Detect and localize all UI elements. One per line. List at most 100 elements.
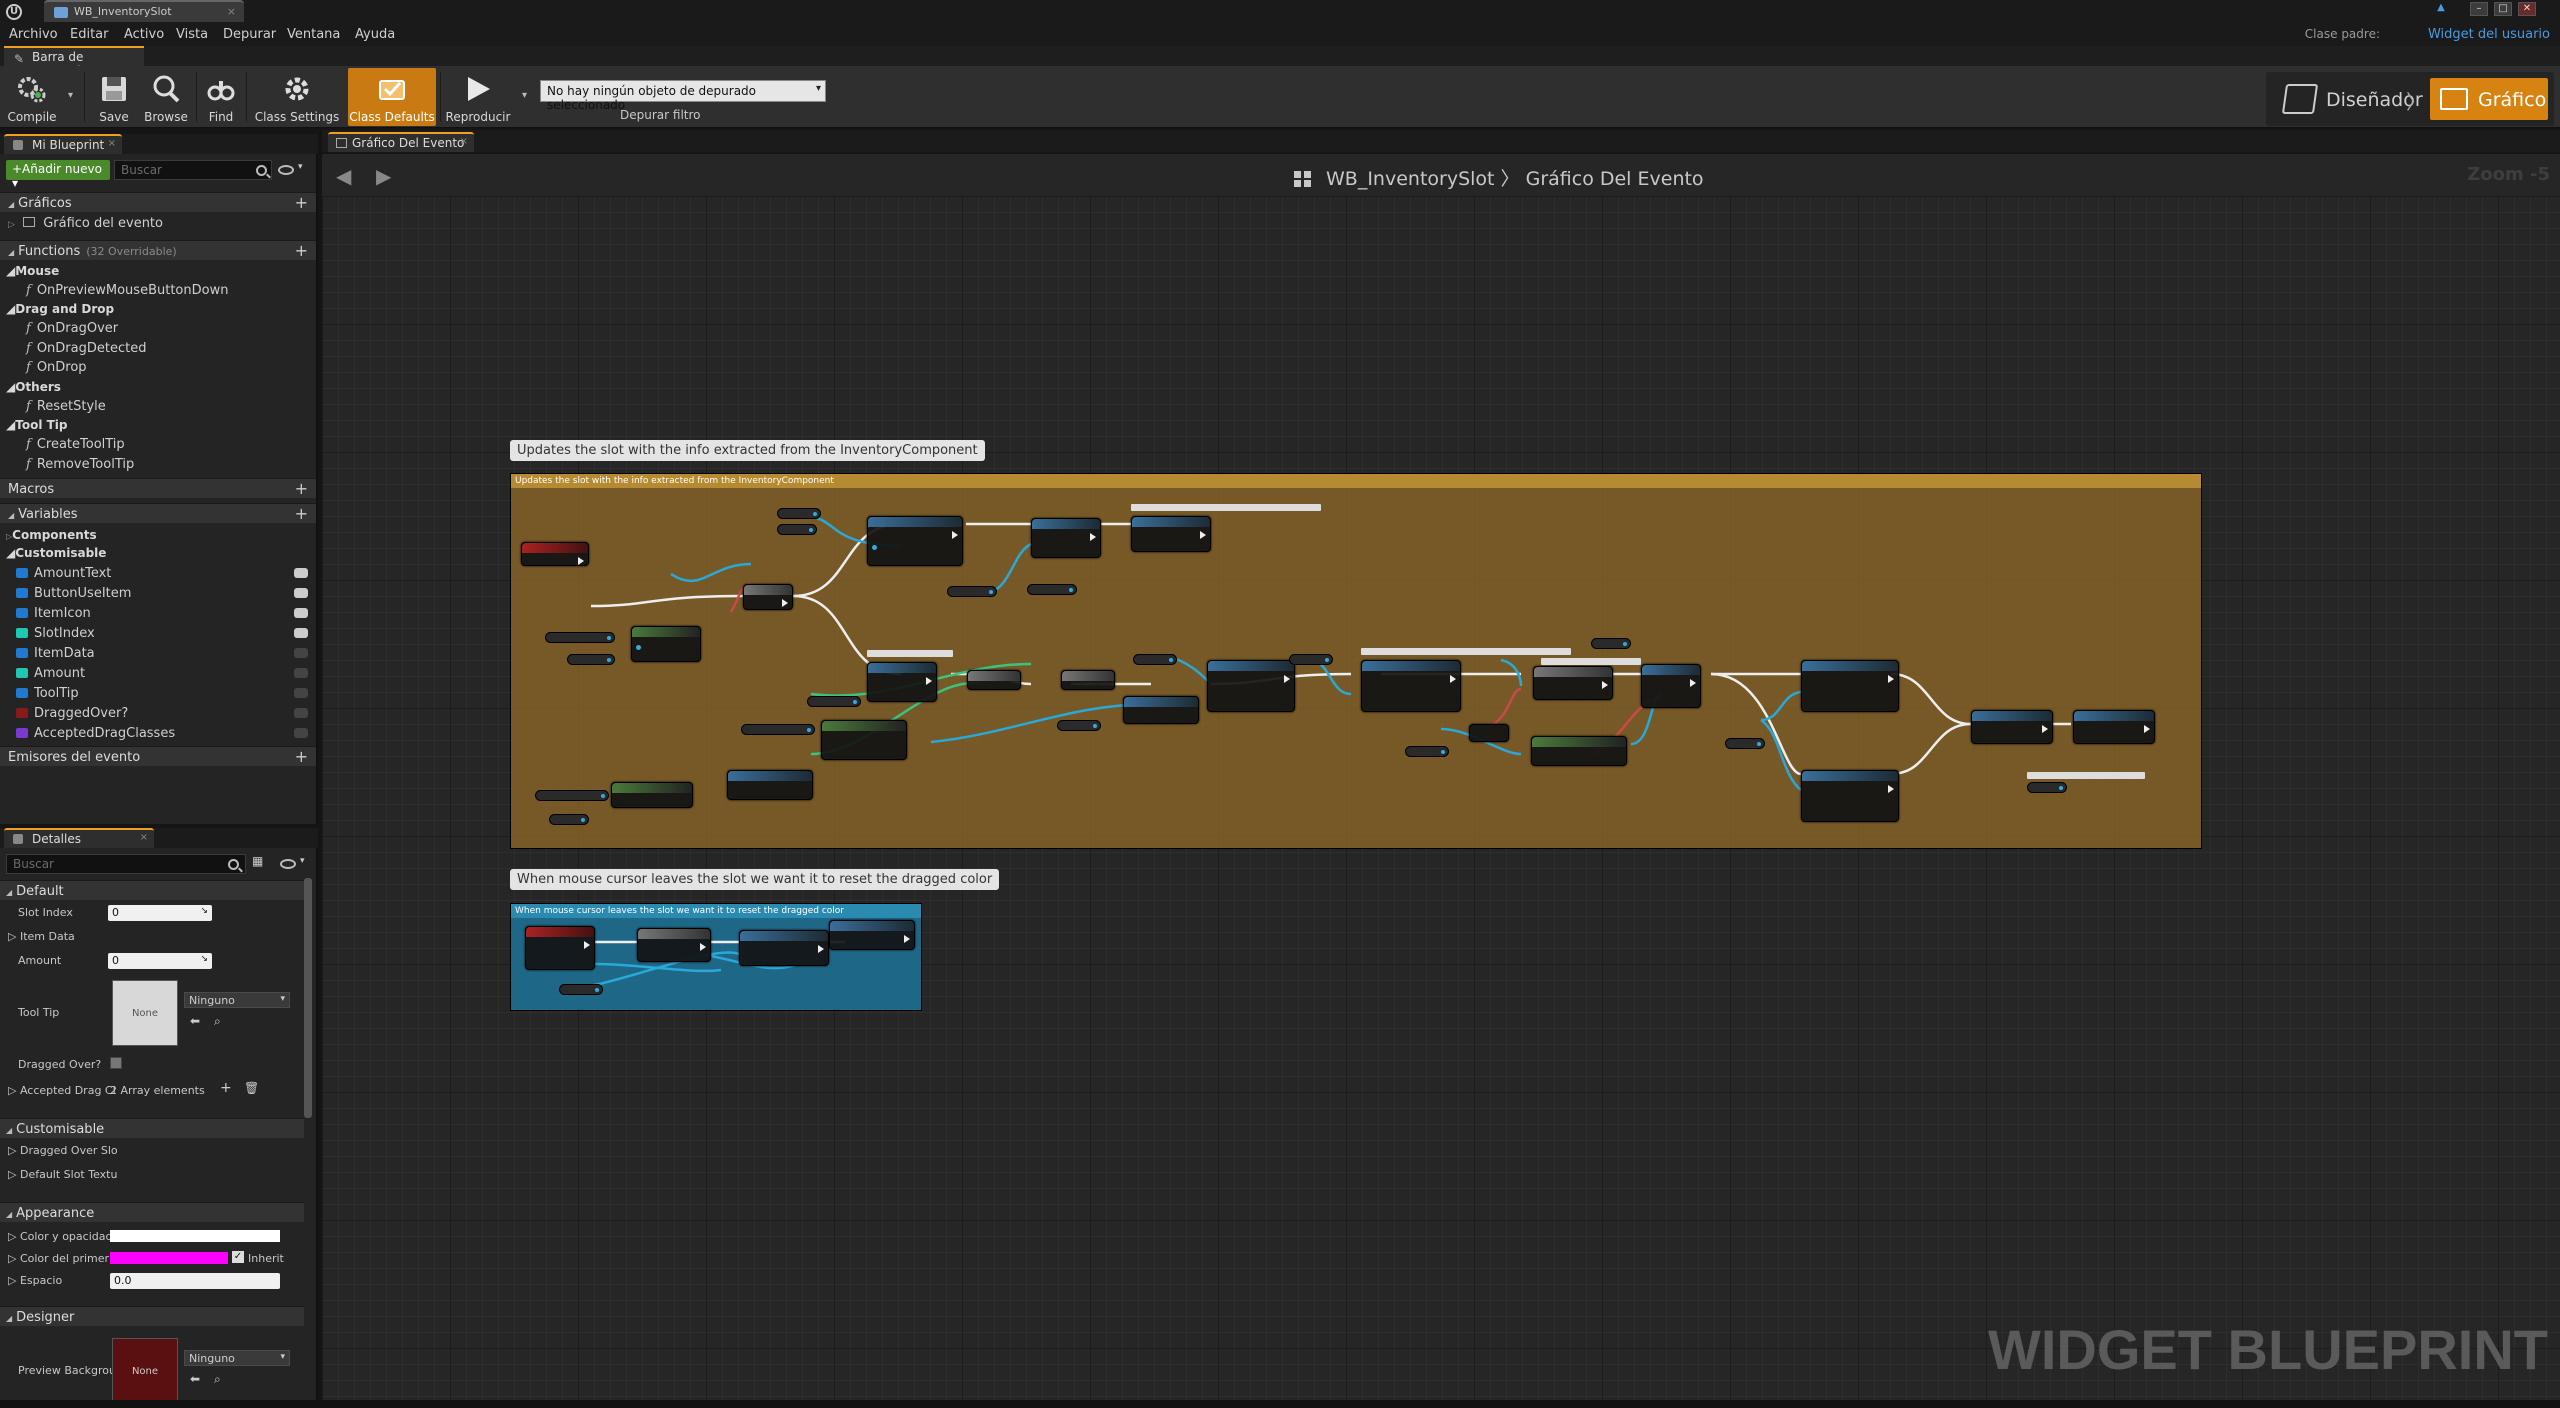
graphs-category[interactable]: ◢ Gráficos +: [0, 192, 316, 212]
foreground-color-swatch[interactable]: [110, 1252, 228, 1264]
operator-node[interactable]: [1469, 724, 1509, 742]
inherit-checkbox[interactable]: ✓: [232, 1251, 244, 1263]
find-button[interactable]: Find: [200, 68, 242, 126]
create-tooltip-node[interactable]: [2073, 710, 2155, 744]
my-blueprint-tab[interactable]: Mi Blueprint ×: [4, 134, 122, 154]
menu-archivo[interactable]: Archivo: [9, 27, 58, 42]
designer-mode-button[interactable]: Diseñador: [2272, 78, 2423, 120]
toolbar-tab[interactable]: ✎ Barra de Herramier: [4, 46, 144, 78]
variable-item[interactable]: ToolTip: [16, 686, 79, 701]
play-options-dropdown[interactable]: ▾: [522, 90, 527, 101]
sequence-node[interactable]: [1061, 670, 1115, 690]
variable-item[interactable]: AmountText: [16, 566, 111, 581]
variable-getter-node[interactable]: [1405, 746, 1449, 757]
exec-pin-icon[interactable]: [578, 557, 584, 565]
comment-box[interactable]: Updates the slot with the info extracted…: [510, 473, 2202, 849]
eye-icon[interactable]: [278, 165, 294, 175]
exec-pin-icon[interactable]: [782, 599, 788, 607]
conversion-node[interactable]: [1123, 696, 1199, 724]
designer-category[interactable]: ◢ Designer: [0, 1306, 304, 1326]
variable-item[interactable]: ItemData: [16, 646, 95, 661]
pin-icon[interactable]: [636, 645, 641, 650]
browse-search-icon[interactable]: ⌕: [214, 1014, 221, 1029]
accepted-drag-label[interactable]: ▷ Accepted Drag Cl: [8, 1084, 116, 1097]
spacing-field[interactable]: 0.0: [110, 1273, 280, 1289]
close-window-button[interactable]: ✕: [2518, 2, 2536, 16]
set-tooltip-node[interactable]: [1641, 664, 1701, 708]
function-group-tooltip[interactable]: ◢Tool Tip: [6, 418, 68, 432]
variable-getter-node[interactable]: [741, 724, 815, 735]
variable-item[interactable]: DraggedOver?: [16, 706, 128, 721]
set-brush-node[interactable]: [1031, 518, 1101, 558]
color-opacity-label[interactable]: ▷ Color y opacidad: [8, 1230, 112, 1243]
event-graph-tab[interactable]: Gráfico Del Evento ×: [328, 132, 474, 152]
menu-editar[interactable]: Editar: [70, 27, 109, 42]
class-settings-button[interactable]: Class Settings: [252, 68, 342, 126]
exec-pin-icon[interactable]: [1090, 533, 1096, 541]
add-macro-icon[interactable]: +: [295, 479, 308, 498]
variable-visibility-eye-icon[interactable]: [294, 708, 308, 718]
maximize-button[interactable]: □: [2494, 2, 2512, 16]
exec-pin-icon[interactable]: [1200, 531, 1206, 539]
variable-visibility-eye-icon[interactable]: [294, 728, 308, 738]
close-tab-icon[interactable]: ×: [140, 832, 148, 843]
exec-pin-icon[interactable]: [904, 935, 910, 943]
set-brush-node[interactable]: [1207, 660, 1295, 712]
close-tab-icon[interactable]: ×: [460, 136, 468, 147]
menu-activo[interactable]: Activo: [124, 27, 164, 42]
conversion-node[interactable]: [727, 770, 813, 800]
set-visibility-node[interactable]: [1801, 770, 1899, 822]
exec-pin-icon[interactable]: [1888, 785, 1894, 793]
variable-getter-node[interactable]: [777, 524, 817, 535]
forward-arrow-icon[interactable]: ▶: [376, 164, 391, 188]
slot-index-field[interactable]: 0 ↘: [108, 905, 212, 921]
exec-pin-icon[interactable]: [1284, 675, 1290, 683]
chevron-down-icon[interactable]: ▾: [298, 162, 303, 172]
variable-group-components[interactable]: ▷Components: [6, 528, 97, 542]
function-group-others[interactable]: ◢Others: [6, 380, 61, 394]
amount-field[interactable]: 0 ↘: [108, 953, 212, 969]
variable-item[interactable]: Amount: [16, 666, 85, 681]
add-element-icon[interactable]: +: [220, 1080, 232, 1096]
notification-icon[interactable]: ▲: [2432, 2, 2450, 16]
variable-visibility-eye-icon[interactable]: [294, 688, 308, 698]
use-selected-arrow-icon[interactable]: ⬅: [190, 1372, 200, 1386]
function-item[interactable]: f OnDragDetected: [26, 341, 146, 356]
variable-getter-node[interactable]: [567, 654, 615, 665]
tooltip-class-select[interactable]: Ninguno ▾: [184, 992, 290, 1008]
default-slot-texture-label[interactable]: ▷ Default Slot Textu: [8, 1168, 117, 1181]
search-icon[interactable]: [256, 165, 267, 176]
sequence-node[interactable]: [967, 670, 1021, 690]
spacing-label[interactable]: ▷ Espacio: [8, 1274, 62, 1287]
variable-visibility-eye-icon[interactable]: [294, 608, 308, 618]
variable-getter-node[interactable]: [1133, 654, 1177, 665]
variable-getter-node[interactable]: [1591, 638, 1631, 649]
function-item[interactable]: f OnDrop: [26, 360, 87, 375]
to-text-node[interactable]: [611, 782, 693, 808]
compile-options-dropdown[interactable]: ▾: [68, 90, 73, 101]
function-item[interactable]: f ResetStyle: [26, 399, 106, 414]
variables-category[interactable]: ◢ Variables +: [0, 503, 316, 523]
exec-pin-icon[interactable]: [1602, 681, 1608, 689]
function-node[interactable]: [631, 626, 701, 662]
add-new-button[interactable]: +Añadir nuevo ▾: [6, 160, 110, 190]
add-graph-icon[interactable]: +: [295, 193, 308, 212]
variable-visibility-eye-icon[interactable]: [294, 568, 308, 578]
variable-visibility-eye-icon[interactable]: [294, 668, 308, 678]
branch-node[interactable]: [637, 928, 711, 962]
add-variable-icon[interactable]: +: [295, 504, 308, 523]
set-visibility-node[interactable]: [867, 662, 937, 702]
exec-pin-icon[interactable]: [2144, 725, 2150, 733]
function-item[interactable]: f OnDragOver: [26, 321, 118, 336]
remove-tooltip-node[interactable]: [1971, 710, 2053, 744]
variable-getter-node[interactable]: [947, 586, 997, 597]
my-blueprint-search-input[interactable]: Buscar: [114, 160, 272, 180]
graph-mode-button[interactable]: Gráfico: [2430, 78, 2548, 120]
browse-button[interactable]: Browse: [140, 68, 192, 126]
grid-view-icon[interactable]: ▦: [252, 854, 263, 868]
trash-icon[interactable]: 🗑: [244, 1081, 259, 1095]
function-item[interactable]: f CreateToolTip: [26, 437, 125, 452]
back-arrow-icon[interactable]: ◀: [336, 164, 351, 188]
preview-background-select[interactable]: Ninguno ▾: [184, 1350, 290, 1366]
set-style-node[interactable]: [1361, 660, 1461, 712]
